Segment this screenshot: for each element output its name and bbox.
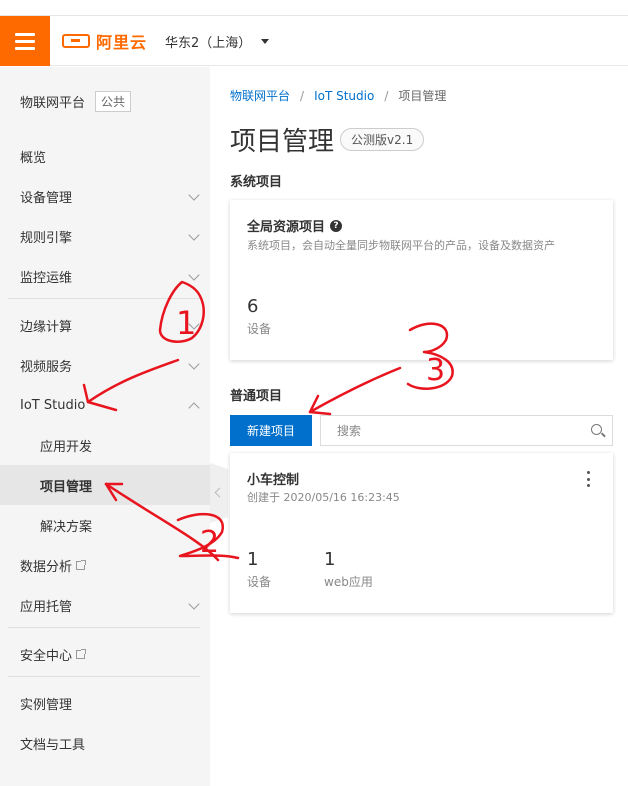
sidebar-item-label: 概览 xyxy=(20,150,47,166)
card-description: 系统项目，会自动全量同步物联网平台的产品，设备及数据资产 xyxy=(247,239,555,252)
sidebar-item-label: 实例管理 xyxy=(20,697,73,713)
chevron-down-icon xyxy=(188,189,200,201)
breadcrumb-separator: / xyxy=(300,89,305,103)
top-navbar: 阿里云 华东2（上海） xyxy=(0,16,628,66)
sidebar-divider xyxy=(8,676,200,677)
chevron-down-icon xyxy=(188,229,200,241)
sidebar-item-label: 规则引擎 xyxy=(20,230,73,246)
chevron-down-icon xyxy=(188,358,200,370)
external-link-icon xyxy=(76,648,87,659)
sidebar-title: 物联网平台 公共 xyxy=(20,91,132,112)
sidebar-item-label: 安全中心 xyxy=(20,648,73,664)
annotation-arrowhead-3 xyxy=(308,394,332,416)
web-app-count: 1 xyxy=(324,549,336,570)
card-title-text: 小车控制 xyxy=(247,473,300,488)
sidebar-item-label: 边缘计算 xyxy=(20,319,73,335)
breadcrumb-link-iot-studio[interactable]: IoT Studio xyxy=(314,89,374,103)
device-count-label: 设备 xyxy=(247,322,272,336)
sidebar-item-docs-tools[interactable]: 文档与工具 xyxy=(0,723,210,763)
breadcrumb-link-iot-platform[interactable]: 物联网平台 xyxy=(230,89,290,103)
device-count: 1 xyxy=(247,549,259,570)
system-projects-heading: 系统项目 xyxy=(230,175,283,190)
sidebar-item-label: 文档与工具 xyxy=(20,737,86,753)
caret-down-icon xyxy=(261,39,270,44)
chevron-down-icon xyxy=(188,269,200,281)
card-title-text: 全局资源项目 xyxy=(247,220,326,235)
sidebar-item-label: 项目管理 xyxy=(40,479,93,495)
sidebar-item-project-management[interactable]: 项目管理 xyxy=(0,465,210,505)
annotation-arrow-3 xyxy=(308,366,402,414)
sidebar-item-device-management[interactable]: 设备管理 xyxy=(0,176,210,216)
project-search xyxy=(320,415,613,446)
sidebar-item-label: IoT Studio xyxy=(20,397,86,413)
sidebar-item-monitoring[interactable]: 监控运维 xyxy=(0,256,210,296)
breadcrumb-separator: / xyxy=(384,89,389,103)
new-project-button[interactable]: 新建项目 xyxy=(230,415,312,446)
version-badge: 公测版v2.1 xyxy=(340,128,425,151)
device-count: 6 xyxy=(247,296,259,317)
help-icon[interactable]: ? xyxy=(330,219,343,232)
web-app-count-label: web应用 xyxy=(324,575,373,589)
external-link-icon xyxy=(76,559,87,570)
sidebar-item-solutions[interactable]: 解决方案 xyxy=(0,505,210,545)
chevron-up-icon xyxy=(188,402,200,414)
sidebar-divider xyxy=(8,627,200,628)
sidebar-item-data-analysis[interactable]: 数据分析 xyxy=(0,545,210,585)
instance-badge[interactable]: 公共 xyxy=(95,91,132,112)
sidebar-item-iot-studio[interactable]: IoT Studio xyxy=(0,385,210,425)
breadcrumb-current: 项目管理 xyxy=(398,89,447,103)
sidebar-item-edge-computing[interactable]: 边缘计算 xyxy=(0,305,210,345)
sidebar-item-rule-engine[interactable]: 规则引擎 xyxy=(0,216,210,256)
breadcrumb: 物联网平台 / IoT Studio / 项目管理 xyxy=(230,87,446,104)
menu-icon[interactable] xyxy=(0,16,50,66)
search-input[interactable] xyxy=(321,416,581,445)
created-time: 创建于 2020/05/16 16:23:45 xyxy=(247,491,400,504)
region-label: 华东2（上海） xyxy=(165,36,252,51)
sidebar-item-label: 监控运维 xyxy=(20,270,73,286)
chevron-down-icon xyxy=(188,598,200,610)
page-title-text: 项目管理 xyxy=(230,127,335,157)
global-resource-project-card[interactable]: 全局资源项目 ? 系统项目，会自动全量同步物联网平台的产品，设备及数据资产 6 … xyxy=(230,200,613,360)
sidebar-item-label: 视频服务 xyxy=(20,359,73,375)
aliyun-logo-icon xyxy=(62,34,90,48)
chevron-down-icon xyxy=(188,318,200,330)
sidebar-item-label: 应用开发 xyxy=(40,439,93,455)
sidebar-item-security-center[interactable]: 安全中心 xyxy=(0,634,210,674)
project-card-car-control[interactable]: 小车控制 创建于 2020/05/16 16:23:45 1 设备 1 web应… xyxy=(230,453,613,613)
sidebar-divider xyxy=(8,298,200,299)
sidebar-item-label: 数据分析 xyxy=(20,559,73,575)
region-selector[interactable]: 华东2（上海） xyxy=(165,32,270,51)
sidebar-title-text: 物联网平台 xyxy=(20,96,86,111)
more-options-icon[interactable] xyxy=(587,471,591,487)
page-title: 项目管理 公测版v2.1 xyxy=(230,121,425,158)
sidebar-item-video-service[interactable]: 视频服务 xyxy=(0,345,210,385)
sidebar-item-label: 应用托管 xyxy=(20,599,73,615)
sidebar-collapse-icon[interactable] xyxy=(210,463,228,523)
device-count-label: 设备 xyxy=(247,575,272,589)
sidebar-item-label: 设备管理 xyxy=(20,190,73,206)
browser-tab-strip xyxy=(0,0,628,16)
search-icon[interactable] xyxy=(591,424,602,435)
card-title: 小车控制 xyxy=(247,469,299,488)
sidebar-item-overview[interactable]: 概览 xyxy=(0,136,210,176)
sidebar-item-app-hosting[interactable]: 应用托管 xyxy=(0,585,210,625)
sidebar-item-instance-management[interactable]: 实例管理 xyxy=(0,683,210,723)
aliyun-logo[interactable]: 阿里云 xyxy=(62,30,147,52)
normal-projects-heading: 普通项目 xyxy=(230,389,283,404)
logo-text: 阿里云 xyxy=(96,33,148,52)
sidebar-item-label: 解决方案 xyxy=(40,519,93,535)
sidebar: 物联网平台 公共 概览 设备管理 规则引擎 监控运维 边缘计算 视频服务 IoT… xyxy=(0,67,210,786)
sidebar-item-app-development[interactable]: 应用开发 xyxy=(0,425,210,465)
card-title: 全局资源项目 ? xyxy=(247,216,343,235)
